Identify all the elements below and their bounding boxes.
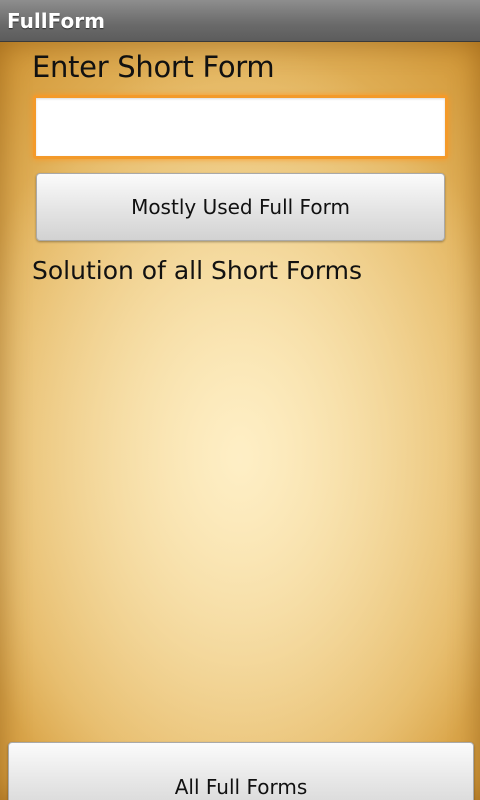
enter-short-form-label: Enter Short Form xyxy=(32,50,275,84)
solution-label: Solution of all Short Forms xyxy=(32,256,363,285)
app-title: FullForm xyxy=(7,9,105,33)
main-content: Enter Short Form Mostly Used Full Form S… xyxy=(0,42,480,800)
mostly-used-button[interactable]: Mostly Used Full Form xyxy=(36,173,445,241)
all-full-forms-button[interactable]: All Full Forms xyxy=(8,742,474,800)
short-form-input[interactable] xyxy=(33,95,448,159)
title-bar: FullForm xyxy=(0,0,480,42)
